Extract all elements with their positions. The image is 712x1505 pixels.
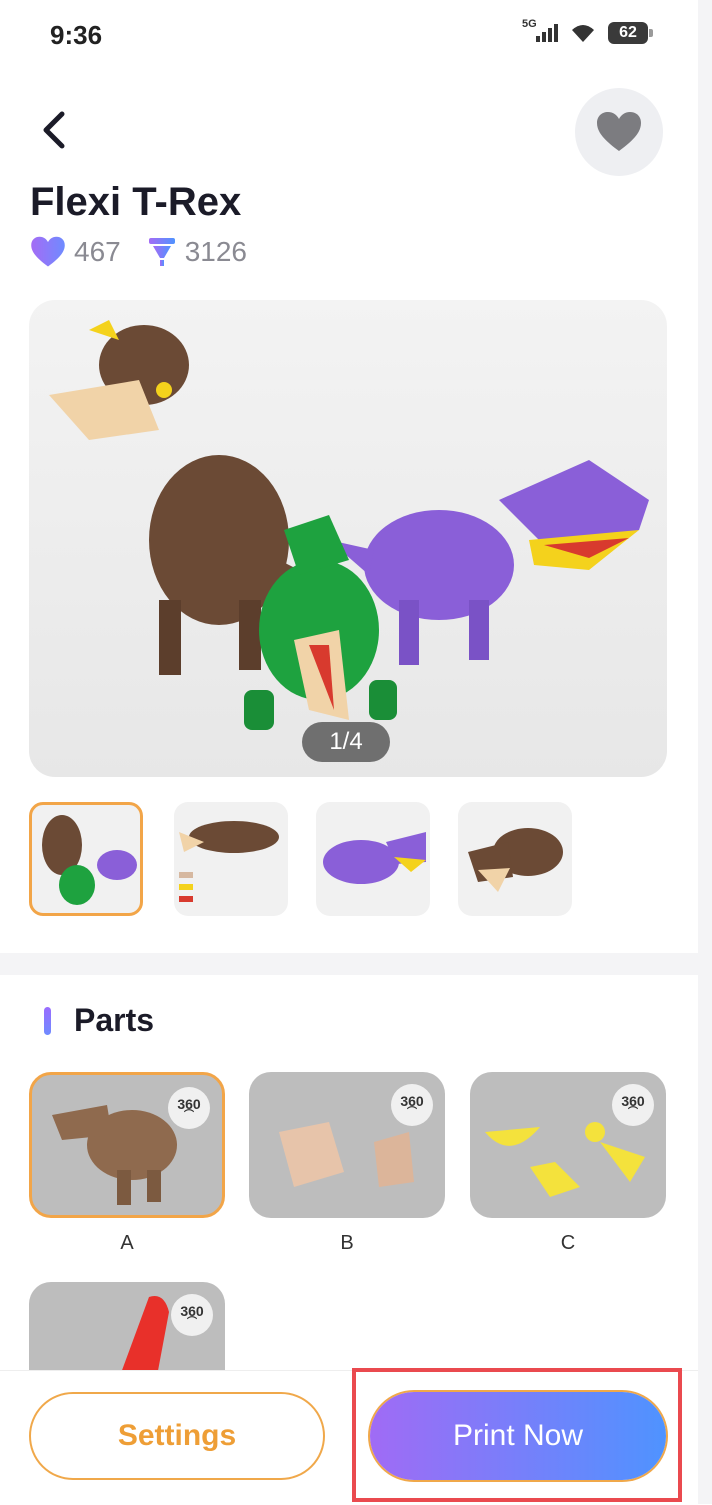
status-time: 9:36 <box>50 20 103 50</box>
likes-stat: 467 <box>30 236 121 268</box>
part-label-c: C <box>560 1232 576 1254</box>
prints-count: 3126 <box>184 236 248 267</box>
battery-icon: 62 <box>608 22 653 44</box>
status-icons: 5G 62 <box>522 18 653 44</box>
favorite-button[interactable] <box>575 88 663 176</box>
rotate-360-icon: 360 ⌒ <box>391 1084 433 1126</box>
thumbnail-4[interactable] <box>458 802 572 916</box>
section-divider <box>0 953 698 975</box>
part-card-c[interactable]: 360 ⌒ <box>470 1072 666 1218</box>
heart-gradient-icon <box>31 236 65 267</box>
part-card-b[interactable]: 360 ⌒ <box>249 1072 445 1218</box>
thumbnail-image <box>179 821 279 902</box>
rotate-360-icon: 360 ⌒ <box>171 1294 213 1336</box>
thumbnail-image <box>468 828 563 892</box>
thumbnail-2[interactable] <box>174 802 288 916</box>
part-card-a[interactable]: 360 ⌒ <box>29 1072 225 1218</box>
thumbnail-3[interactable] <box>316 802 430 916</box>
product-stats: 467 3126 <box>30 236 273 268</box>
thumbnail-1[interactable] <box>29 802 143 916</box>
back-button[interactable] <box>30 106 78 154</box>
rotate-360-icon: 360 ⌒ <box>612 1084 654 1126</box>
wifi-icon <box>572 25 594 42</box>
image-counter: 1/4 <box>302 722 390 762</box>
thumbnail-image <box>323 832 426 884</box>
section-marker <box>44 1007 51 1035</box>
network-type: 5G <box>522 18 537 30</box>
settings-button[interactable]: Settings <box>29 1392 325 1480</box>
part-label-a: A <box>120 1232 134 1254</box>
chevron-left-icon <box>43 111 65 149</box>
thumbnail-image <box>42 815 137 905</box>
dinosaur-photo <box>49 320 649 730</box>
product-title: Flexi T-Rex <box>30 180 242 224</box>
highlight-box <box>352 1368 682 1502</box>
heart-icon <box>597 112 641 151</box>
likes-count: 467 <box>74 236 121 267</box>
battery-level: 62 <box>619 24 637 41</box>
prints-stat: 3126 <box>147 236 247 268</box>
rotate-360-icon: 360 ⌒ <box>168 1087 210 1129</box>
product-image-carousel[interactable] <box>29 300 667 777</box>
scrollbar[interactable] <box>698 0 712 1504</box>
signal-icon: 5G <box>522 18 558 42</box>
part-label-b: B <box>340 1232 354 1254</box>
print-nozzle-icon <box>148 238 175 266</box>
parts-title: Parts <box>74 1002 155 1038</box>
